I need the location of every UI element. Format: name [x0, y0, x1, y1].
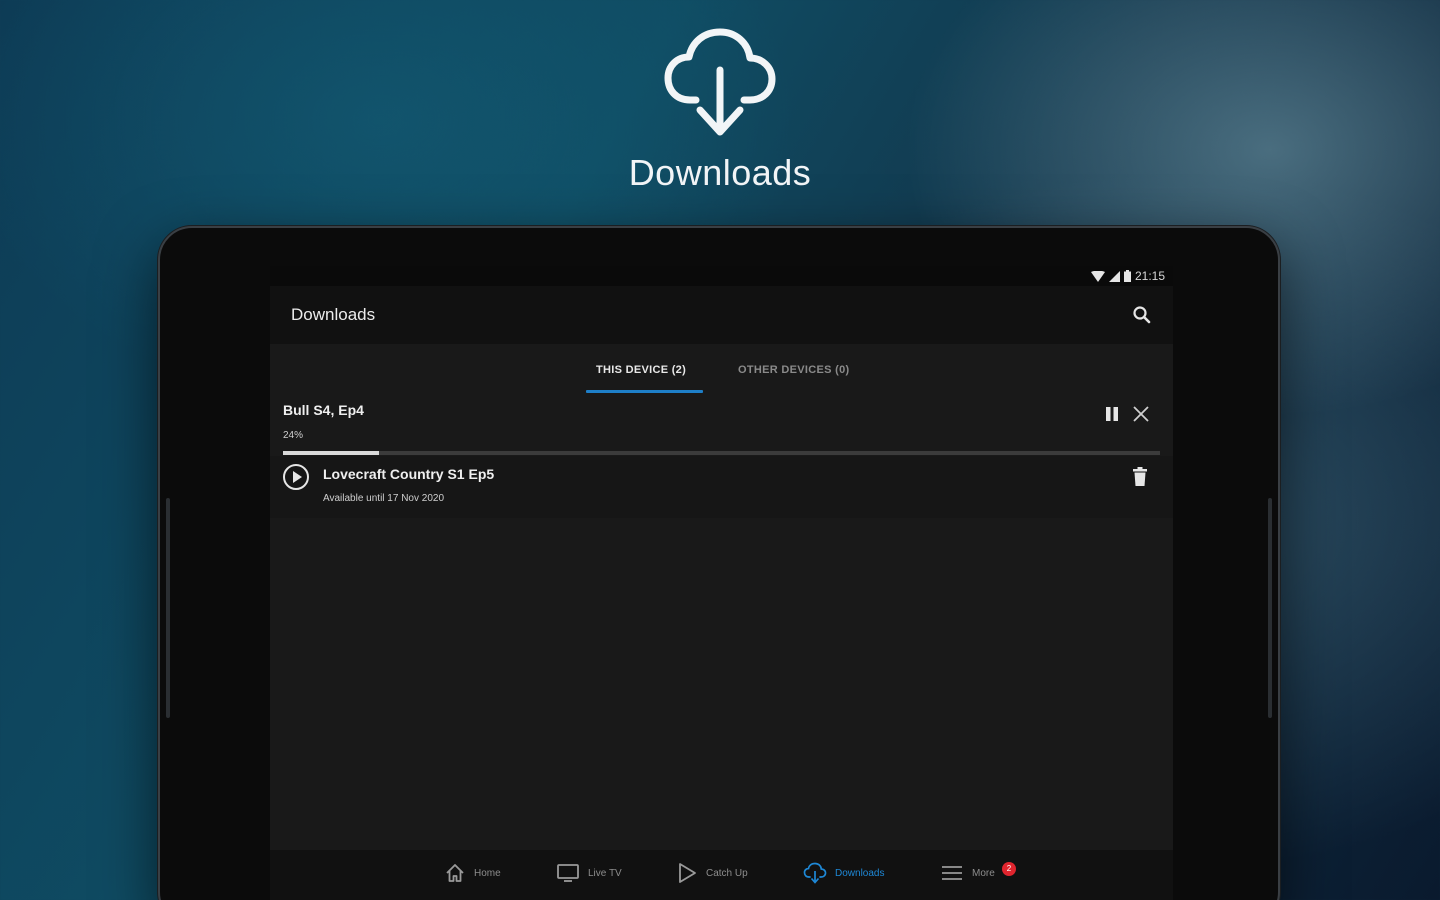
home-icon — [446, 864, 464, 882]
cloud-download-icon — [664, 28, 776, 136]
signal-icon — [1108, 270, 1120, 282]
nav-catch-up[interactable]: Catch Up — [676, 862, 748, 884]
tabs-bar: THIS DEVICE (2) OTHER DEVICES (0) — [270, 344, 1173, 394]
download-availability: Available until 17 Nov 2020 — [323, 493, 445, 504]
nav-home[interactable]: Home — [444, 862, 501, 884]
download-progress-fill — [283, 451, 380, 455]
download-item-completed[interactable]: Lovecraft Country S1 Ep5 Available until… — [270, 456, 1173, 518]
cloud-download-icon — [803, 862, 827, 884]
nav-label: Home — [474, 867, 501, 879]
active-tab-indicator — [586, 390, 703, 393]
download-title: Lovecraft Country S1 Ep5 — [323, 466, 495, 482]
nav-label: Live TV — [588, 867, 622, 879]
play-outline-icon — [679, 863, 696, 883]
tab-this-device[interactable]: THIS DEVICE (2) — [596, 364, 686, 376]
download-title: Bull S4, Ep4 — [283, 402, 364, 418]
wifi-icon — [1090, 270, 1105, 282]
notification-badge: 2 — [1002, 862, 1016, 876]
pause-icon[interactable] — [1104, 406, 1120, 422]
battery-icon — [1123, 270, 1131, 282]
close-icon[interactable] — [1132, 405, 1150, 423]
search-icon[interactable] — [1131, 304, 1153, 326]
tablet-side-button-left — [166, 498, 170, 718]
app-bar: Downloads — [270, 286, 1173, 344]
play-icon[interactable] — [282, 463, 310, 491]
app-screen: 21:15 Downloads THIS DEVICE (2) OTHER DE… — [270, 266, 1173, 900]
download-progress-text: 24% — [283, 430, 304, 441]
download-item-in-progress[interactable]: Bull S4, Ep4 24% — [270, 394, 1173, 456]
nav-label: Downloads — [835, 867, 885, 879]
nav-label: Catch Up — [706, 867, 748, 879]
download-progress-bar — [283, 451, 1160, 455]
nav-downloads[interactable]: Downloads — [803, 862, 884, 884]
app-title: Downloads — [291, 305, 376, 324]
nav-label: More — [972, 867, 995, 879]
tv-icon — [557, 864, 579, 882]
status-time: 21:15 — [1134, 269, 1165, 283]
bottom-nav: Home Live TV Catch Up Downloads More 2 — [270, 850, 1173, 900]
status-bar: 21:15 — [270, 266, 1173, 286]
menu-icon — [942, 866, 962, 880]
hero-title: Downloads — [628, 152, 812, 193]
tab-other-devices[interactable]: OTHER DEVICES (0) — [738, 364, 849, 376]
delete-icon[interactable] — [1132, 467, 1148, 487]
tablet-side-button-right — [1268, 498, 1272, 718]
nav-live-tv[interactable]: Live TV — [556, 862, 622, 884]
nav-more[interactable]: More — [940, 862, 995, 884]
